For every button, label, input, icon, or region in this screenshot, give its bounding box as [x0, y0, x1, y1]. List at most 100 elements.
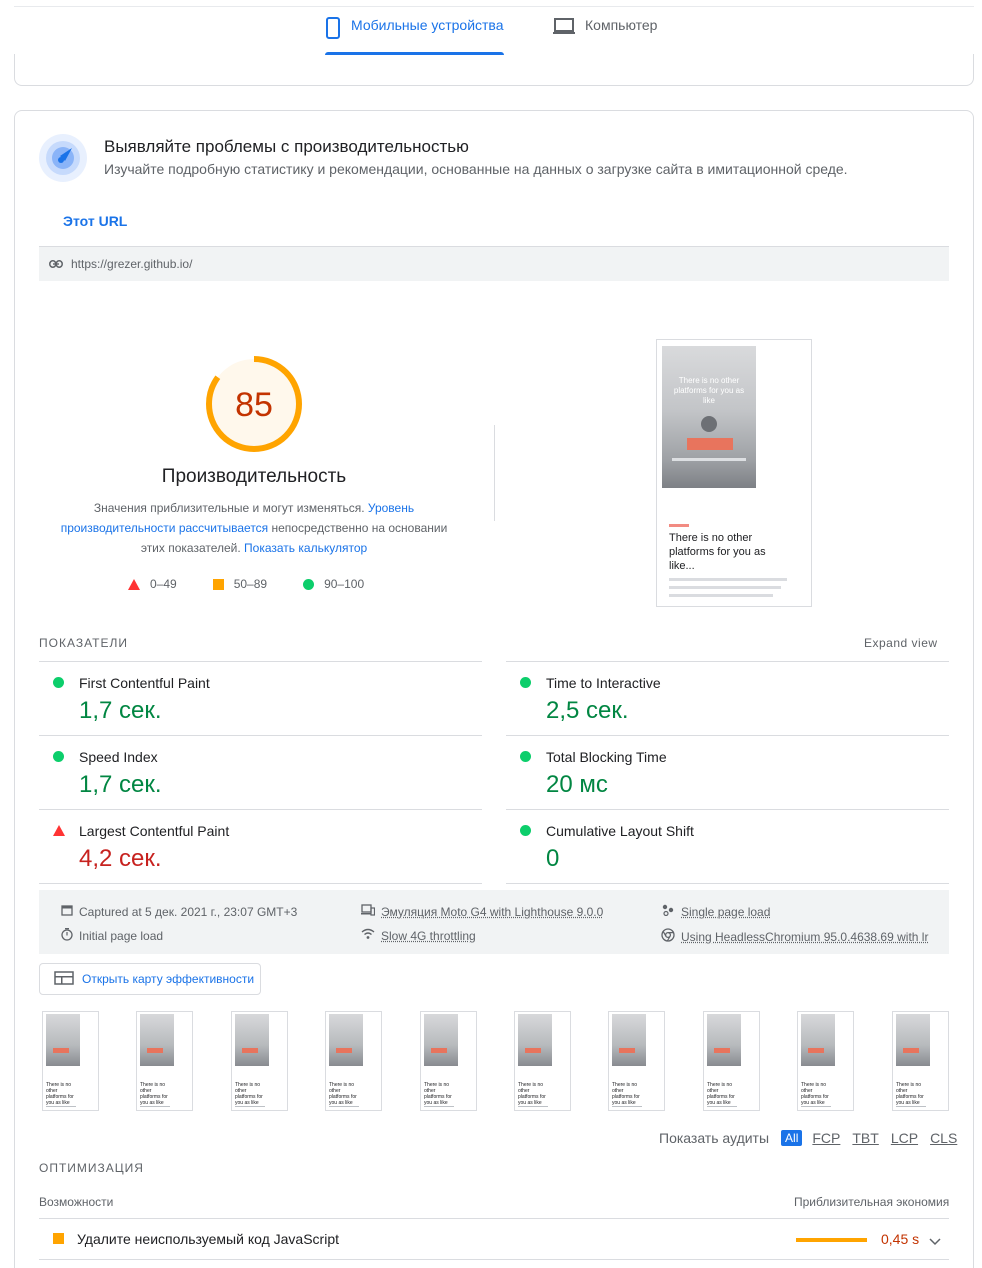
legend-pass: 90–100 [303, 577, 364, 591]
metrics-right-column: Time to Interactive 2,5 сек. Total Block… [506, 661, 949, 884]
filter-all[interactable]: All [781, 1130, 803, 1146]
tab-mobile[interactable]: Мобильные устройства [325, 17, 504, 55]
frame-text: There is no other platforms for you as l… [612, 1082, 640, 1106]
metrics-left-column: First Contentful Paint 1,7 сек. Speed In… [39, 661, 482, 884]
meta-throttling-text: Slow 4G throttling [381, 928, 476, 943]
frame-line [235, 1106, 265, 1107]
devices-icon [361, 904, 376, 919]
frame-text: There is no other platforms for you as l… [424, 1082, 452, 1106]
metric-value: 4,2 сек. [79, 845, 162, 872]
link-icon [49, 257, 63, 271]
frame-hero [329, 1014, 363, 1066]
final-screenshot: There is no other platforms for you as l… [656, 339, 812, 607]
metric-lcp: Largest Contentful Paint 4,2 сек. [39, 809, 482, 883]
meta-browser[interactable]: Using HeadlessChromium 95.0.4638.69 with… [661, 928, 928, 945]
frame-button [147, 1048, 163, 1053]
frame-hero [707, 1014, 741, 1066]
frame-hero [140, 1014, 174, 1066]
vertical-divider [494, 425, 495, 521]
desc-text-1: Значения приблизительные и могут изменят… [93, 501, 368, 515]
screenshot-text-line [669, 594, 773, 597]
frame-text: There is no other platforms for you as l… [46, 1082, 74, 1106]
screenshot-hero: There is no other platforms for you as l… [662, 346, 756, 488]
meta-captured-text: Captured at 5 дек. 2021 г., 23:07 GMT+3 [79, 904, 298, 919]
filmstrip-frame: There is no other platforms for you as l… [420, 1011, 477, 1111]
filter-lcp[interactable]: LCP [891, 1130, 918, 1146]
filter-tbt[interactable]: TBT [852, 1130, 878, 1146]
meta-captured: Captured at 5 дек. 2021 г., 23:07 GMT+3 [61, 904, 297, 919]
filmstrip-frame: There is no other platforms for you as l… [514, 1011, 571, 1111]
divider [39, 1259, 949, 1260]
frame-text: There is no other platforms for you as l… [801, 1082, 829, 1106]
tab-this-url[interactable]: Этот URL [63, 213, 127, 229]
filmstrip-frame: There is no other platforms for you as l… [42, 1011, 99, 1111]
show-calculator-link[interactable]: Показать калькулятор [244, 541, 367, 555]
frame-line [896, 1106, 926, 1107]
url-bar: https://grezer.github.io/ [39, 247, 949, 281]
legend-average: 50–89 [212, 577, 267, 591]
frame-hero [518, 1014, 552, 1066]
treemap-icon [54, 970, 74, 988]
legend-pass-label: 90–100 [324, 577, 365, 591]
optimization-heading: ОПТИМИЗАЦИЯ [39, 1161, 144, 1175]
metric-tti: Time to Interactive 2,5 сек. [506, 661, 949, 735]
savings-value: 0,45 s [881, 1231, 920, 1247]
average-square-icon [212, 578, 224, 590]
hero-subtitle: Изучайте подробную статистику и рекоменд… [104, 161, 848, 177]
calendar-icon [61, 904, 73, 919]
pass-circle-icon [520, 751, 531, 762]
meta-initial-text: Initial page load [79, 929, 164, 943]
screenshot-hero-text: There is no other platforms for you as l… [673, 376, 745, 405]
screenshot-text-line [669, 578, 787, 581]
meta-throttling[interactable]: Slow 4G throttling [361, 928, 476, 943]
opportunity-row[interactable]: Удалите неиспользуемый код JavaScript 0,… [39, 1219, 949, 1259]
filter-cls[interactable]: CLS [930, 1130, 957, 1146]
metric-speed-index: Speed Index 1,7 сек. [39, 735, 482, 809]
frame-button [336, 1048, 352, 1053]
filmstrip-frame: There is no other platforms for you as l… [608, 1011, 665, 1111]
people-icon [661, 904, 675, 919]
frame-text: There is no other platforms for you as l… [707, 1082, 735, 1106]
frame-button [808, 1048, 824, 1053]
tab-mobile-label: Мобильные устройства [351, 17, 504, 33]
frame-button [431, 1048, 447, 1053]
treemap-button-label: Открыть карту эффективности [82, 972, 255, 986]
expand-view-toggle[interactable]: Expand view [864, 636, 938, 650]
smartphone-icon [325, 17, 341, 42]
frame-text: There is no other platforms for you as l… [235, 1082, 263, 1106]
metric-tbt: Total Blocking Time 20 мс [506, 735, 949, 809]
performance-description: Значения приблизительные и могут изменят… [54, 498, 454, 558]
filmstrip-frame: There is no other platforms for you as l… [231, 1011, 288, 1111]
meta-emulation-text: Эмуляция Moto G4 with Lighthouse 9.0.0 [381, 904, 604, 919]
wifi-icon [361, 928, 375, 943]
filter-fcp[interactable]: FCP [812, 1130, 840, 1146]
metric-value: 0 [546, 845, 560, 872]
legend-fail: 0–49 [128, 577, 177, 591]
frame-hero [46, 1014, 80, 1066]
meta-single[interactable]: Single page load [661, 904, 770, 919]
filmstrip-frame: There is no other platforms for you as l… [797, 1011, 854, 1111]
average-square-icon [53, 1233, 64, 1244]
frame-hero [424, 1014, 458, 1066]
metric-value: 1,7 сек. [79, 771, 162, 798]
frame-text: There is no other platforms for you as l… [140, 1082, 168, 1106]
device-tabs: Мобильные устройства Компьютер [14, 6, 974, 55]
meta-browser-text: Using HeadlessChromium 95.0.4638.69 with… [681, 929, 929, 944]
filmstrip-frame: There is no other platforms for you as l… [892, 1011, 949, 1111]
meta-emulation[interactable]: Эмуляция Moto G4 with Lighthouse 9.0.0 [361, 904, 603, 919]
chevron-down-icon[interactable] [929, 1233, 941, 1251]
pass-circle-icon [53, 751, 64, 762]
timer-icon [61, 928, 73, 944]
screenshot-heading: There is no other platforms for you as l… [669, 532, 766, 572]
metric-title: Largest Contentful Paint [79, 823, 230, 839]
metric-title: Time to Interactive [546, 675, 661, 691]
laptop-icon [553, 17, 575, 38]
fail-triangle-icon [128, 578, 140, 590]
tab-desktop[interactable]: Компьютер [553, 17, 657, 53]
frame-line [518, 1106, 548, 1107]
audit-filter: Показать аудиты All FCP TBT LCP CLS [659, 1130, 969, 1146]
frame-button [619, 1048, 635, 1053]
metric-title: Total Blocking Time [546, 749, 667, 765]
treemap-button[interactable]: Открыть карту эффективности [39, 963, 261, 995]
performance-title: Производительность [161, 466, 347, 487]
